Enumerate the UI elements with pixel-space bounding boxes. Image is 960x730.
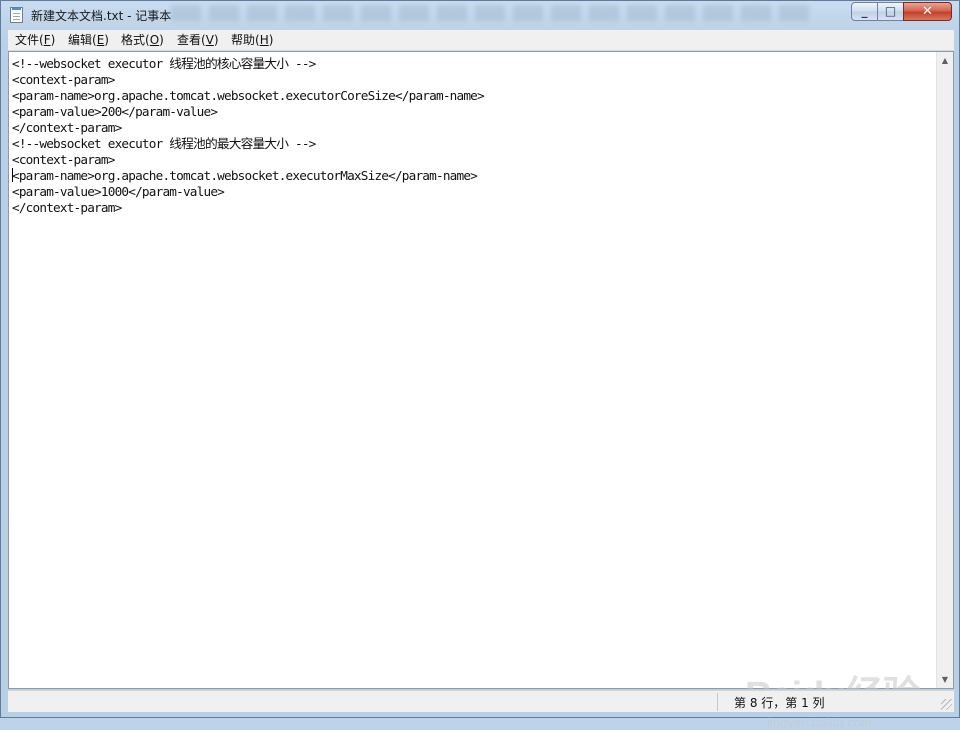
- title-bar[interactable]: 新建文本文档.txt - 记事本 _ □ ✕: [1, 1, 959, 29]
- vertical-scrollbar[interactable]: ▲ ▼: [936, 52, 953, 688]
- blurred-background-text: [171, 5, 811, 21]
- status-bar: 第 8 行，第 1 列: [8, 690, 954, 712]
- close-button[interactable]: ✕: [903, 2, 952, 21]
- menu-format[interactable]: 格式(O): [120, 32, 165, 48]
- text-line[interactable]: <context-param>: [12, 152, 932, 168]
- text-editor[interactable]: <!--websocket executor 线程池的核心容量大小 --> <co…: [8, 51, 954, 730]
- watermark-domain: jingyan.baidu.com: [767, 715, 872, 730]
- menu-file[interactable]: 文件(F): [14, 32, 56, 48]
- text-line[interactable]: <param-name>org.apache.tomcat.websocket.…: [12, 168, 932, 184]
- text-line[interactable]: </context-param>: [12, 120, 932, 136]
- text-caret: [12, 168, 13, 182]
- text-line[interactable]: <param-value>200</param-value>: [12, 104, 932, 120]
- notepad-window: 新建文本文档.txt - 记事本 _ □ ✕ 文件(F) 编辑(E) 格式(O)…: [0, 0, 960, 730]
- minimize-button[interactable]: _: [851, 2, 878, 21]
- arrow-down-icon[interactable]: ▼: [937, 671, 953, 688]
- menu-help[interactable]: 帮助(H): [230, 32, 274, 48]
- document-text[interactable]: <!--websocket executor 线程池的核心容量大小 --> <co…: [12, 56, 932, 686]
- arrow-up-icon[interactable]: ▲: [937, 52, 953, 69]
- resize-grip-icon[interactable]: [941, 699, 952, 710]
- text-line[interactable]: <context-param>: [12, 72, 932, 88]
- cursor-position: 第 8 行，第 1 列: [734, 696, 825, 710]
- text-line[interactable]: <!--websocket executor 线程池的最大容量大小 -->: [12, 136, 932, 152]
- text-line[interactable]: <param-name>org.apache.tomcat.websocket.…: [12, 88, 932, 104]
- menu-bar: 文件(F) 编辑(E) 格式(O) 查看(V) 帮助(H): [8, 30, 954, 51]
- status-divider: [717, 693, 718, 711]
- menu-view[interactable]: 查看(V): [176, 32, 220, 48]
- maximize-icon: □: [884, 4, 897, 18]
- notepad-icon[interactable]: [10, 7, 23, 23]
- minimize-icon: _: [861, 4, 868, 18]
- menu-edit[interactable]: 编辑(E): [67, 32, 110, 48]
- maximize-button[interactable]: □: [877, 2, 904, 21]
- window-title: 新建文本文档.txt - 记事本: [31, 9, 172, 23]
- text-line[interactable]: </context-param>: [12, 200, 932, 216]
- text-line[interactable]: <!--websocket executor 线程池的核心容量大小 -->: [12, 56, 932, 72]
- text-line[interactable]: <param-value>1000</param-value>: [12, 184, 932, 200]
- close-icon: ✕: [922, 4, 933, 19]
